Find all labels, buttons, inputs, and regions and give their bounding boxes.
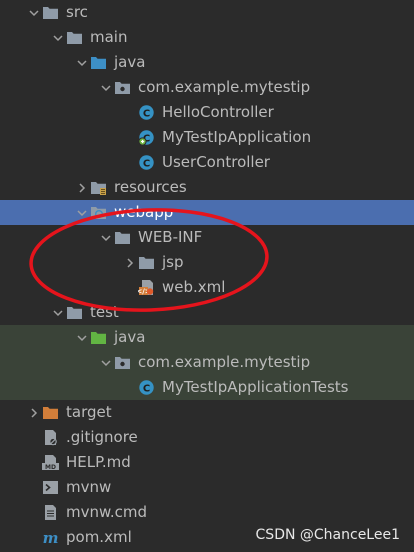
shell-script-icon (42, 479, 59, 496)
java-class-icon: C (138, 154, 155, 171)
tree-item-label: HELP.md (66, 453, 131, 471)
chevron-down-icon[interactable] (50, 300, 66, 325)
tree-item-label: src (66, 3, 88, 21)
tree-item-label: pom.xml (66, 528, 132, 546)
tree-item-label: UserController (162, 153, 270, 171)
tree-item-label: WEB-INF (138, 228, 203, 246)
tree-row-java[interactable]: java (0, 50, 414, 75)
chevron-down-icon[interactable] (98, 75, 114, 100)
maven-pom-icon: m (42, 529, 59, 546)
java-class-icon: C (138, 104, 155, 121)
tree-row-usercontroller[interactable]: C UserController (0, 150, 414, 175)
source-folder-icon (90, 54, 107, 71)
spring-boot-class-icon: C (138, 129, 155, 146)
tree-row-web-xml[interactable]: </> web.xml (0, 275, 414, 300)
chevron-down-icon[interactable] (74, 200, 90, 225)
tree-row-src[interactable]: src (0, 0, 414, 25)
tree-item-label: MyTestIpApplication (162, 128, 312, 146)
text-file-icon (42, 504, 59, 521)
tree-item-label: HelloController (162, 103, 274, 121)
tree-item-label: java (114, 53, 146, 71)
tree-row-mytestipapplication[interactable]: C MyTestIpApplication (0, 125, 414, 150)
tree-row-target[interactable]: target (0, 400, 414, 425)
tree-item-label: MyTestIpApplicationTests (162, 378, 349, 396)
chevron-down-icon[interactable] (74, 50, 90, 75)
tree-row-test[interactable]: test (0, 300, 414, 325)
package-icon (114, 79, 131, 96)
tree-row-mvnw-cmd[interactable]: mvnw.cmd (0, 500, 414, 525)
tree-item-label: com.example.mytestip (138, 78, 311, 96)
chevron-right-icon[interactable] (74, 175, 90, 200)
svg-text:MD: MD (45, 464, 56, 471)
tree-item-label: target (66, 403, 112, 421)
tree-row-help-md[interactable]: MD HELP.md (0, 450, 414, 475)
folder-icon (114, 229, 131, 246)
tree-row-web-inf[interactable]: WEB-INF (0, 225, 414, 250)
chevron-down-icon[interactable] (98, 225, 114, 250)
gitignore-file-icon (42, 429, 59, 446)
folder-icon (66, 304, 83, 321)
chevron-down-icon[interactable] (98, 350, 114, 375)
tree-row-mytestipapplicationtests[interactable]: C MyTestIpApplicationTests (0, 375, 414, 400)
tree-row-resources[interactable]: resources (0, 175, 414, 200)
tree-item-label: mvnw.cmd (66, 503, 148, 521)
tree-item-label: web.xml (162, 278, 226, 296)
package-icon (114, 354, 131, 371)
xml-file-icon: </> (138, 279, 155, 296)
java-class-icon: C (138, 379, 155, 396)
svg-text:C: C (143, 383, 150, 394)
tree-row-hellocontroller[interactable]: C HelloController (0, 100, 414, 125)
tree-row-gitignore[interactable]: .gitignore (0, 425, 414, 450)
tree-item-label: mvnw (66, 478, 112, 496)
watermark: CSDN @ChanceLee1 (255, 527, 400, 543)
tree-row-com-example-mytestip[interactable]: com.example.mytestip (0, 75, 414, 100)
test-source-folder-icon (90, 329, 107, 346)
tree-row-jsp[interactable]: jsp (0, 250, 414, 275)
chevron-right-icon[interactable] (122, 250, 138, 275)
tree-row-com-example-mytestip[interactable]: com.example.mytestip (0, 350, 414, 375)
tree-row-webapp[interactable]: webapp (0, 200, 414, 225)
tree-item-label: main (90, 28, 128, 46)
tree-item-label: webapp (114, 203, 174, 221)
chevron-down-icon[interactable] (50, 25, 66, 50)
excluded-folder-icon (42, 404, 59, 421)
tree-row-mvnw[interactable]: mvnw (0, 475, 414, 500)
chevron-down-icon[interactable] (74, 325, 90, 350)
folder-icon (42, 4, 59, 21)
tree-item-label: com.example.mytestip (138, 353, 311, 371)
svg-text:m: m (43, 529, 59, 546)
folder-icon (138, 254, 155, 271)
tree-row-main[interactable]: main (0, 25, 414, 50)
resources-folder-icon (90, 179, 107, 196)
tree-item-label: test (90, 303, 119, 321)
svg-text:C: C (143, 158, 150, 169)
tree-row-java[interactable]: java (0, 325, 414, 350)
chevron-right-icon[interactable] (26, 400, 42, 425)
project-tree: src main java com.example.mytestip C HelloCon… (0, 0, 414, 550)
tree-item-label: resources (114, 178, 187, 196)
tree-item-label: java (114, 328, 146, 346)
web-folder-icon (90, 204, 107, 221)
folder-icon (66, 29, 83, 46)
tree-item-label: jsp (162, 253, 184, 271)
svg-text:C: C (143, 108, 150, 119)
tree-item-label: .gitignore (66, 428, 138, 446)
markdown-file-icon: MD (42, 454, 59, 471)
chevron-down-icon[interactable] (26, 0, 42, 25)
